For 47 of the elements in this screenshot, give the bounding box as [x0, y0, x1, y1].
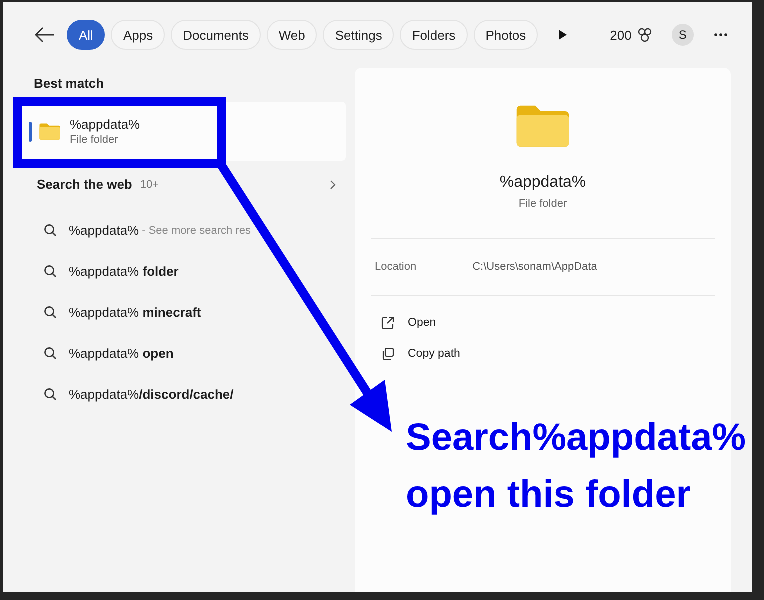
item-subtitle: File folder [70, 134, 120, 146]
annotation-text: Search%appdata% [406, 416, 746, 461]
web-result[interactable]: %appdata% folder [14, 251, 346, 292]
open-external-icon [381, 316, 395, 330]
search-icon [44, 224, 57, 237]
chevron-right-icon[interactable] [330, 180, 336, 190]
location-path: C:\Users\sonam\AppData [472, 260, 598, 273]
web-result[interactable]: %appdata% open [14, 333, 346, 374]
action-button[interactable]: Copy path [371, 338, 460, 370]
back-button[interactable] [35, 27, 55, 43]
section-heading: Best match [33, 75, 106, 93]
section-heading: Search the web [37, 177, 132, 192]
filter-tab[interactable]: Documents [171, 20, 261, 50]
folder-icon [515, 104, 571, 149]
filter-tab[interactable]: Apps [111, 20, 166, 50]
result-text: %appdata% minecraft [69, 305, 202, 320]
search-icon [44, 265, 57, 278]
filter-tab[interactable]: Folders [400, 20, 468, 50]
result-text: %appdata% open [69, 346, 174, 361]
result-text: %appdata%/discord/cache/ [69, 387, 234, 402]
points-count: 200 [610, 28, 632, 42]
web-result[interactable]: %appdata%/discord/cache/ [14, 374, 346, 415]
result-text: %appdata% [69, 223, 140, 238]
result-count: 10+ [140, 178, 160, 190]
action-button[interactable]: Open [371, 308, 436, 339]
folder-icon [39, 122, 61, 140]
filter-tab[interactable]: Settings [323, 20, 394, 50]
web-result[interactable]: %appdata% minecraft [14, 292, 346, 333]
copy-icon [381, 347, 395, 362]
filter-tab[interactable]: Photos [474, 20, 538, 50]
search-icon [44, 347, 57, 360]
annotation-text: open this folder [406, 473, 692, 518]
filter-tab[interactable]: Web [266, 20, 318, 50]
selection-indicator [29, 122, 32, 142]
details-subtitle: File folder [518, 198, 568, 210]
avatar-button[interactable]: S [672, 24, 694, 46]
item-title: %appdata% [70, 117, 140, 132]
details-title: %appdata% [500, 174, 586, 192]
result-text: %appdata% folder [69, 264, 179, 279]
result-hint: - See more search res [142, 224, 251, 236]
location-label: Location [375, 260, 417, 273]
search-icon [44, 388, 57, 401]
search-icon [44, 306, 57, 319]
more-icon[interactable] [714, 33, 728, 37]
web-result[interactable]: %appdata% - See more search res [14, 210, 346, 251]
play-icon[interactable] [558, 29, 568, 41]
filter-tab[interactable]: All [67, 20, 106, 50]
